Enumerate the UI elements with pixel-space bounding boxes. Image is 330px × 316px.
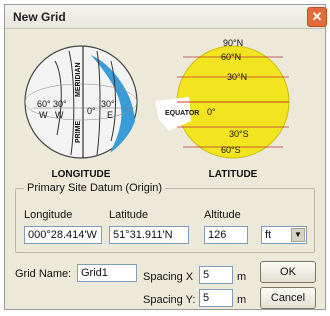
ok-button[interactable]: OK (260, 261, 316, 283)
lat-label-90n: 90°N (223, 38, 243, 48)
lat-label-60s: 60°S (221, 145, 241, 155)
lat-label-60n: 60°N (221, 52, 241, 62)
latitude-label: Latitude (109, 209, 149, 221)
globe-illustrations: 60° 30° W W 0° 30° E MERIDIAN PRIME LONG… (15, 35, 315, 185)
altitude-label: Altitude (204, 209, 241, 221)
lon-label-meridian: MERIDIAN (75, 62, 82, 97)
lon-label-60: 60° (37, 99, 51, 109)
chevron-down-icon[interactable]: ▼ (291, 228, 305, 242)
datum-group-caption: Primary Site Datum (Origin) (24, 182, 166, 194)
latitude-caption: LATITUDE (209, 169, 258, 180)
lon-label-30w: 30° (53, 99, 67, 109)
spacing-y-label: Spacing Y: (143, 294, 196, 306)
dialog-title: New Grid (13, 10, 66, 24)
spacing-x-unit: m (237, 271, 247, 283)
longitude-label: Longitude (24, 209, 73, 221)
lon-label-prime: PRIME (75, 121, 82, 144)
spacing-y-unit: m (237, 294, 247, 306)
grid-name-label: Grid Name: (15, 268, 72, 280)
cancel-button[interactable]: Cancel (260, 287, 316, 309)
primary-site-datum-group: Primary Site Datum (Origin) Longitude La… (15, 182, 315, 253)
grid-name-field[interactable]: Grid1 (77, 264, 137, 282)
lat-label-30n: 30°N (227, 72, 247, 82)
lon-label-0: 0° (87, 106, 96, 116)
latitude-field[interactable]: 51°31.911'N (109, 226, 189, 244)
lon-label-e: E (107, 110, 113, 120)
lat-label-equator: EQUATOR (165, 110, 199, 117)
longitude-globe-image: 60° 30° W W 0° 30° E MERIDIAN PRIME LONG… (24, 45, 138, 180)
lat-label-0: 0° (207, 107, 216, 117)
lon-label-30e: 30° (101, 99, 115, 109)
altitude-unit-select[interactable]: ft ▼ (261, 226, 307, 244)
lon-label-w1: W (39, 110, 48, 120)
longitude-caption: LONGITUDE (52, 169, 111, 180)
lon-label-w2: W (55, 110, 64, 120)
new-grid-dialog: New Grid ✕ 60° 30° W W 0° 30° E MERIDIAN… (4, 4, 327, 310)
spacing-x-label: Spacing X (143, 271, 194, 283)
altitude-field[interactable]: 126 (204, 226, 248, 244)
latitude-globe-image: 90°N 60°N 30°N EQUATOR 0° 30°S 60°S LATI… (155, 38, 290, 180)
altitude-unit-value: ft (265, 229, 272, 241)
title-bar[interactable]: New Grid ✕ (5, 5, 327, 29)
spacing-y-field[interactable]: 5 (199, 289, 233, 307)
close-icon[interactable]: ✕ (307, 7, 327, 27)
lat-label-30s: 30°S (229, 129, 249, 139)
spacing-x-field[interactable]: 5 (199, 266, 233, 284)
longitude-field[interactable]: 000°28.414'W (24, 226, 102, 244)
